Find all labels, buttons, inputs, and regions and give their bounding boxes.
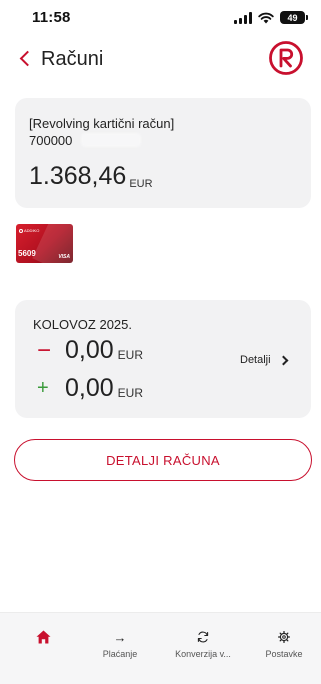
inflow-amount: 0,00 <box>65 374 114 402</box>
page-title: Računi <box>41 48 104 70</box>
inflow-row: + 0,00 EUR <box>37 374 143 403</box>
account-card[interactable]: [Revolving kartični račun] 700000 1.368,… <box>15 98 311 208</box>
account-details-button[interactable]: DETALJI RAČUNA <box>14 439 312 481</box>
status-bar: 11:58 49 <box>0 0 321 44</box>
cellular-signal-icon <box>234 11 252 24</box>
status-icons: 49 <box>234 11 308 24</box>
account-number: 700000 <box>29 133 73 148</box>
chevron-left-icon[interactable] <box>19 50 36 67</box>
details-link[interactable]: Detalji <box>240 354 289 366</box>
balance-currency: EUR <box>129 178 153 190</box>
details-label: Detalji <box>240 354 271 366</box>
refresh-icon <box>197 629 209 645</box>
battery-icon: 49 <box>280 11 308 24</box>
header: Računi <box>0 40 321 82</box>
month-label: KOLOVOZ 2025. <box>33 317 132 332</box>
card-brand: ADDIKO <box>19 228 39 233</box>
chevron-right-icon <box>278 355 289 365</box>
account-number-mask <box>81 133 141 147</box>
wifi-icon <box>258 12 274 23</box>
gear-icon <box>278 629 290 645</box>
minus-icon: − <box>37 336 52 364</box>
monthly-summary-card: KOLOVOZ 2025. − 0,00 EUR + 0,00 EUR Deta… <box>15 300 311 418</box>
status-time: 11:58 <box>32 9 71 26</box>
card-brand-label: ADDIKO <box>24 228 40 233</box>
payment-card-thumbnail[interactable]: ADDIKO 5609 VISA <box>16 224 73 263</box>
nav-label-payments: Plaćanje <box>102 649 138 659</box>
card-network-logo: VISA <box>58 254 70 260</box>
balance-row: 1.368,46 EUR <box>29 162 153 191</box>
outflow-currency: EUR <box>117 347 144 362</box>
home-icon <box>36 629 51 645</box>
outflow-row: − 0,00 EUR <box>37 336 143 365</box>
nav-item-home[interactable] <box>5 629 81 649</box>
bottom-nav: → Plaćanje Konverzija v... Postavke <box>0 612 321 684</box>
inflow-currency: EUR <box>117 385 144 400</box>
bank-logo-r-icon <box>269 41 303 75</box>
nav-label-settings: Postavke <box>265 649 303 659</box>
outflow-amount: 0,00 <box>65 336 114 364</box>
card-brand-logo-icon <box>19 228 23 233</box>
card-last4: 5609 <box>18 249 36 258</box>
plus-icon: + <box>37 377 49 399</box>
nav-item-conversion[interactable]: Konverzija v... <box>165 629 241 659</box>
arrow-right-icon: → <box>113 629 127 645</box>
account-balance: 1.368,46 <box>29 162 127 190</box>
nav-label-conversion: Konverzija v... <box>175 649 231 659</box>
account-name: [Revolving kartični račun] <box>29 116 175 131</box>
nav-item-payments[interactable]: → Plaćanje <box>82 629 158 660</box>
nav-item-settings[interactable]: Postavke <box>246 629 321 659</box>
